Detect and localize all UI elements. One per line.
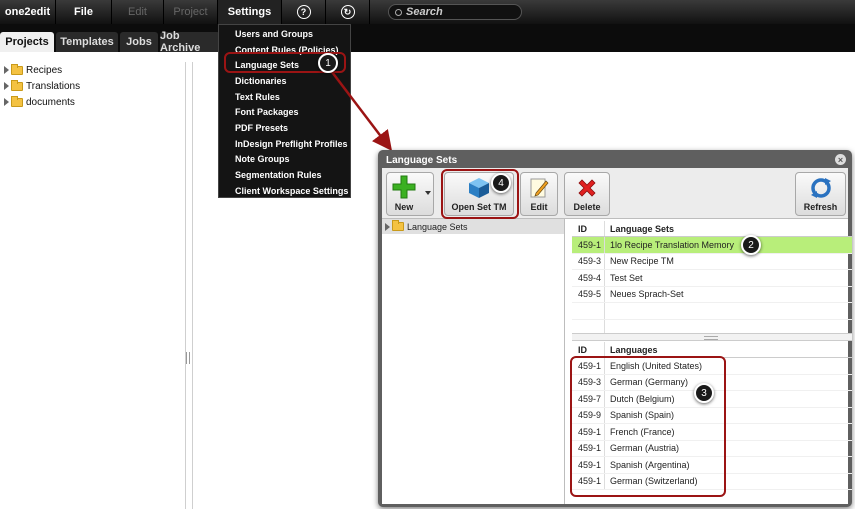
callout-1: 1 xyxy=(318,53,338,73)
tree-item-language-sets[interactable]: Language Sets xyxy=(382,219,564,234)
pencil-note-icon xyxy=(530,178,549,198)
callout-3: 3 xyxy=(694,383,714,403)
table-splitter[interactable] xyxy=(572,333,852,341)
cell-name: Test Set xyxy=(610,272,643,283)
column-header-languages[interactable]: Languages xyxy=(605,345,658,355)
cell-name: 1lo Recipe Translation Memory xyxy=(610,239,735,250)
cell-id: 459-1 xyxy=(572,237,605,253)
expand-triangle-icon[interactable] xyxy=(385,222,390,231)
cell-name: New Recipe TM xyxy=(610,256,674,267)
delete-button-label: Delete xyxy=(573,202,601,212)
column-header-id[interactable]: ID xyxy=(572,221,605,236)
column-header-language-sets[interactable]: Language Sets xyxy=(605,224,674,234)
table-row[interactable]: 459-1 1lo Recipe Translation Memory xyxy=(572,237,852,254)
new-button-label: New xyxy=(394,202,414,212)
language-sets-table: ID Language Sets 459-1 1lo Recipe Translat… xyxy=(572,221,852,336)
cell-name: Neues Sprach-Set xyxy=(610,289,684,300)
edit-button-label: Edit xyxy=(530,202,548,212)
cell-id: 459-3 xyxy=(572,253,605,269)
close-icon[interactable]: × xyxy=(835,154,846,165)
callout-4: 4 xyxy=(491,173,511,193)
refresh-dialog-button[interactable]: Refresh xyxy=(795,172,846,216)
annotation-box-languages xyxy=(570,356,726,497)
cell-id: 459-4 xyxy=(572,270,605,286)
edit-button[interactable]: Edit xyxy=(520,172,558,216)
refresh-arrows-icon xyxy=(810,178,831,198)
table-header: ID Language Sets xyxy=(572,221,852,237)
folder-icon xyxy=(392,220,404,231)
callout-2: 2 xyxy=(741,235,761,255)
table-row[interactable]: 459-4 Test Set xyxy=(572,270,852,287)
column-header-id[interactable]: ID xyxy=(572,342,605,357)
plus-icon xyxy=(392,175,416,199)
red-x-icon xyxy=(578,179,596,197)
table-row[interactable]: 459-5 Neues Sprach-Set xyxy=(572,286,852,303)
language-sets-tree: Language Sets xyxy=(382,219,565,504)
dialog-title: Language Sets xyxy=(386,155,458,166)
table-row-empty xyxy=(572,303,852,320)
cell-id: 459-5 xyxy=(572,286,605,302)
new-button[interactable]: New xyxy=(386,172,434,216)
table-row[interactable]: 459-3 New Recipe TM xyxy=(572,253,852,270)
chevron-down-icon[interactable] xyxy=(425,191,431,195)
tree-item-label: Language Sets xyxy=(407,221,468,232)
delete-button[interactable]: Delete xyxy=(564,172,610,216)
refresh-button-label: Refresh xyxy=(803,202,838,212)
